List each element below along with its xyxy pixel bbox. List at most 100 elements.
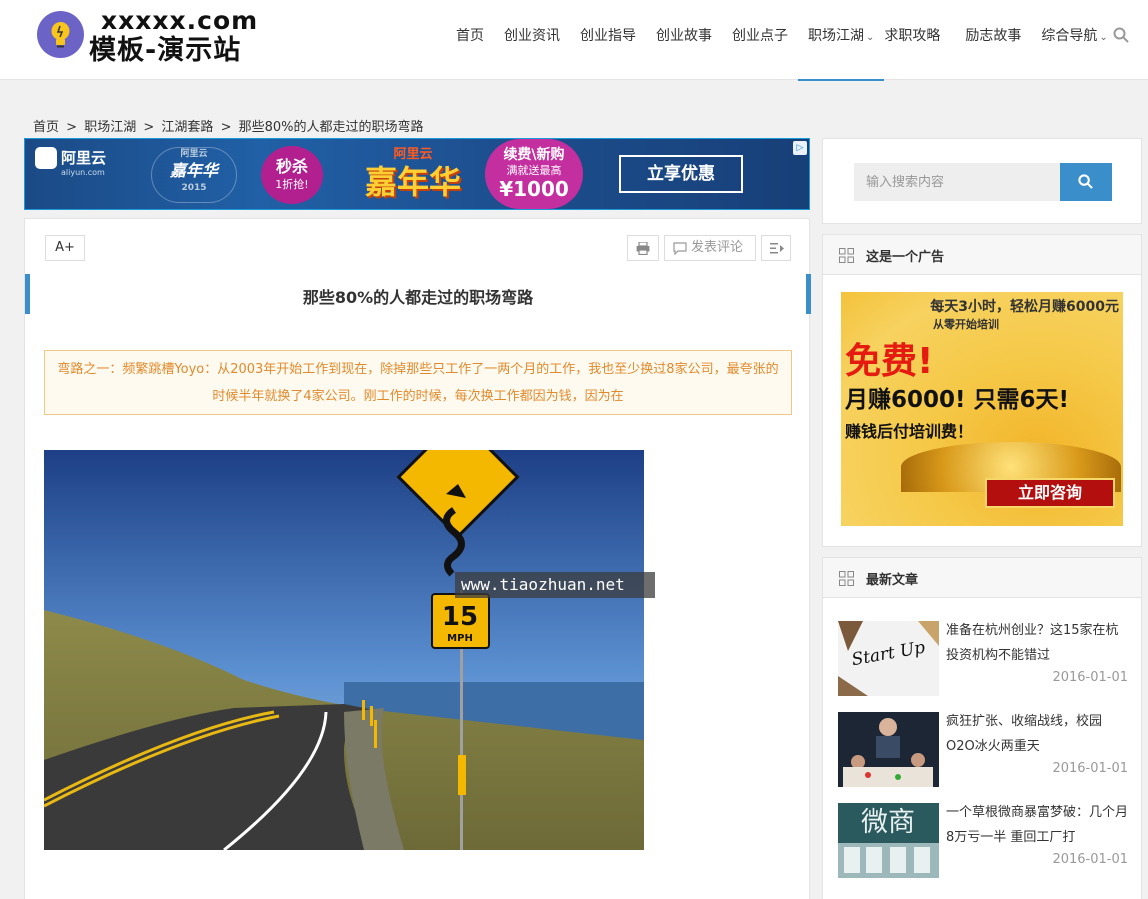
logo-site-name: 模板-演示站	[89, 35, 242, 66]
nav-label: 励志故事	[965, 28, 1022, 44]
article-image: 15 MPH	[44, 450, 644, 850]
nav-label: 求职攻略	[884, 28, 941, 44]
site-header: xxxxx.com 模板-演示站 首页 创业资讯 创业指导 创业故事 创业点子 …	[0, 0, 1148, 81]
widget-header: 这是一个广告	[823, 235, 1141, 275]
sidebar-search	[822, 138, 1142, 224]
nav-item-news[interactable]: 创业资讯	[494, 0, 570, 80]
breadcrumb-sep: >	[66, 120, 78, 135]
main-nav: 首页 创业资讯 创业指导 创业故事 创业点子 职场江湖 ⌄ 求职攻略 励志故事 综…	[446, 0, 1118, 81]
banner-brand-domain: aliyun.com	[61, 168, 105, 177]
nav-item-ideas[interactable]: 创业点子	[722, 0, 798, 80]
offer-line2: 满就送最高	[506, 164, 562, 177]
article-card: A+ 发表评论 那些80%的人都走过的职场弯路 弯路之一：频繁跳槽Yoyo：从2…	[24, 218, 811, 899]
nav-item-stories[interactable]: 创业故事	[646, 0, 722, 80]
font-size-button[interactable]: A+	[45, 235, 85, 261]
print-button[interactable]	[627, 235, 659, 261]
ad-line5: 赚钱后付培训费！	[845, 422, 974, 441]
grid-icon	[839, 248, 854, 263]
aliyun-banner-ad[interactable]: 阿里云 aliyun.com 阿里云 嘉年华 2015 秒杀 1折抢! 阿里云 …	[24, 138, 810, 210]
breadcrumb: 首页 > 职场江湖 > 江湖套路 > 那些80%的人都走过的职场弯路	[33, 116, 427, 135]
post-date: 2016-01-01	[1052, 852, 1128, 867]
aliyun-logo-icon	[35, 147, 57, 169]
list-item[interactable]: Start Up 准备在杭州创业？这15家在杭投资机构不能错过 2016-01-…	[838, 621, 1128, 697]
sidebar-search-button[interactable]	[1060, 163, 1112, 201]
post-date: 2016-01-01	[1052, 761, 1128, 776]
nav-item-directory[interactable]: 综合导航 ⌄	[1031, 0, 1117, 80]
nav-item-home[interactable]: 首页	[446, 0, 494, 80]
badge-top: 阿里云	[180, 149, 208, 159]
widget-title: 这是一个广告	[866, 250, 945, 265]
comment-label: 发表评论	[691, 240, 744, 255]
post-date: 2016-01-01	[1052, 670, 1128, 685]
widget-title: 最新文章	[866, 573, 919, 588]
ad-line1: 每天3小时，轻松月赚6000元	[930, 299, 1119, 315]
nav-label: 创业资讯	[504, 28, 560, 44]
thumb-text: 微商	[861, 807, 915, 838]
nav-item-workplace[interactable]: 职场江湖 ⌄	[798, 0, 885, 81]
nav-label: 综合导航	[1041, 28, 1098, 44]
sale-label: 秒杀	[275, 157, 308, 176]
latest-posts-widget: 最新文章 Start Up 准备在杭州创业？这15家在杭投资机构不能错过 201…	[822, 557, 1142, 899]
chevron-down-icon: ⌄	[866, 32, 875, 43]
banner-carnival-badge: 阿里云 嘉年华 2015	[151, 147, 237, 203]
breadcrumb-sep: >	[220, 120, 232, 135]
headline-main: 嘉年华	[364, 163, 461, 201]
headline-top: 阿里云	[393, 147, 433, 162]
nav-item-inspiration[interactable]: 励志故事	[950, 0, 1031, 80]
article-title-bar: 那些80%的人都走过的职场弯路	[25, 274, 811, 314]
nav-item-jobs[interactable]: 求职攻略	[884, 0, 950, 80]
list-item[interactable]: 微商 一个草根微商暴富梦破：几个月8万亏一半 重回工厂打 2016-01-01	[838, 803, 1128, 879]
badge-title: 嘉年华	[169, 161, 218, 180]
offer-amount: ¥1000	[499, 177, 569, 201]
post-thumbnail[interactable]: Start Up	[838, 621, 939, 696]
search-icon[interactable]	[1113, 27, 1131, 45]
post-title[interactable]: 准备在杭州创业？这15家在杭投资机构不能错过	[946, 618, 1128, 668]
post-comment-button[interactable]: 发表评论	[664, 235, 756, 261]
breadcrumb-subcategory[interactable]: 江湖套路	[161, 120, 213, 135]
article-summary: 弯路之一：频繁跳槽Yoyo：从2003年开始工作到现在，除掉那些只工作了一两个月…	[44, 350, 792, 415]
breadcrumb-current: 那些80%的人都走过的职场弯路	[238, 120, 424, 135]
post-thumbnail[interactable]: 微商	[838, 803, 939, 878]
breadcrumb-category[interactable]: 职场江湖	[84, 120, 136, 135]
sale-sub: 1折抢!	[275, 178, 309, 191]
sign-unit: MPH	[447, 633, 473, 644]
banner-flash-sale: 秒杀 1折抢!	[261, 146, 323, 204]
nav-label: 首页	[456, 28, 484, 44]
toc-button[interactable]	[761, 235, 791, 261]
nav-label: 创业点子	[732, 28, 788, 44]
list-item[interactable]: 疯狂扩张、收缩战线，校园O2O冰火两重天 2016-01-01	[838, 712, 1128, 788]
article-title: 那些80%的人都走过的职场弯路	[302, 288, 534, 307]
banner-brand: 阿里云	[61, 149, 107, 167]
badge-year: 2015	[181, 183, 207, 193]
post-title[interactable]: 一个草根微商暴富梦破：几个月8万亏一半 重回工厂打	[946, 800, 1128, 850]
banner-offer: 续费\新购 满就送最高 ¥1000	[485, 139, 583, 209]
image-watermark: www.tiaozhuan.net	[455, 572, 655, 598]
ad-info-icon[interactable]: ▷	[793, 141, 807, 155]
ad-consult-button[interactable]: 立即咨询	[985, 478, 1115, 508]
banner-cta-button[interactable]: 立享优惠	[619, 155, 743, 193]
nav-label: 创业故事	[656, 28, 712, 44]
grid-icon	[839, 571, 854, 586]
ad-line2: 从零开始培训	[933, 318, 999, 331]
aliyun-logo: 阿里云 aliyun.com	[35, 147, 106, 177]
comment-icon	[673, 242, 687, 255]
nav-label: 职场江湖	[808, 28, 864, 44]
search-icon	[1078, 174, 1093, 189]
post-title[interactable]: 疯狂扩张、收缩战线，校园O2O冰火两重天	[946, 709, 1128, 759]
offer-line1: 续费\新购	[503, 147, 565, 163]
list-icon	[770, 243, 784, 254]
ad-widget: 这是一个广告 每天3小时，轻松月赚6000元 从零开始培训 免费! 月赚6000…	[822, 234, 1142, 547]
site-logo[interactable]: xxxxx.com 模板-演示站	[37, 6, 257, 66]
breadcrumb-sep: >	[143, 120, 155, 135]
lightbulb-icon	[37, 11, 84, 58]
chevron-down-icon: ⌄	[1099, 32, 1108, 43]
breadcrumb-home[interactable]: 首页	[33, 120, 59, 135]
widget-header: 最新文章	[823, 558, 1141, 598]
training-ad-image[interactable]: 每天3小时，轻松月赚6000元 从零开始培训 免费! 月赚6000! 只需6天!…	[841, 292, 1123, 526]
print-icon	[636, 242, 650, 255]
nav-item-guide[interactable]: 创业指导	[570, 0, 646, 80]
post-thumbnail[interactable]	[838, 712, 939, 787]
sidebar-search-input[interactable]	[854, 163, 1060, 201]
ad-line4: 月赚6000! 只需6天!	[845, 387, 1070, 413]
ad-line3: 免费!	[845, 341, 934, 382]
